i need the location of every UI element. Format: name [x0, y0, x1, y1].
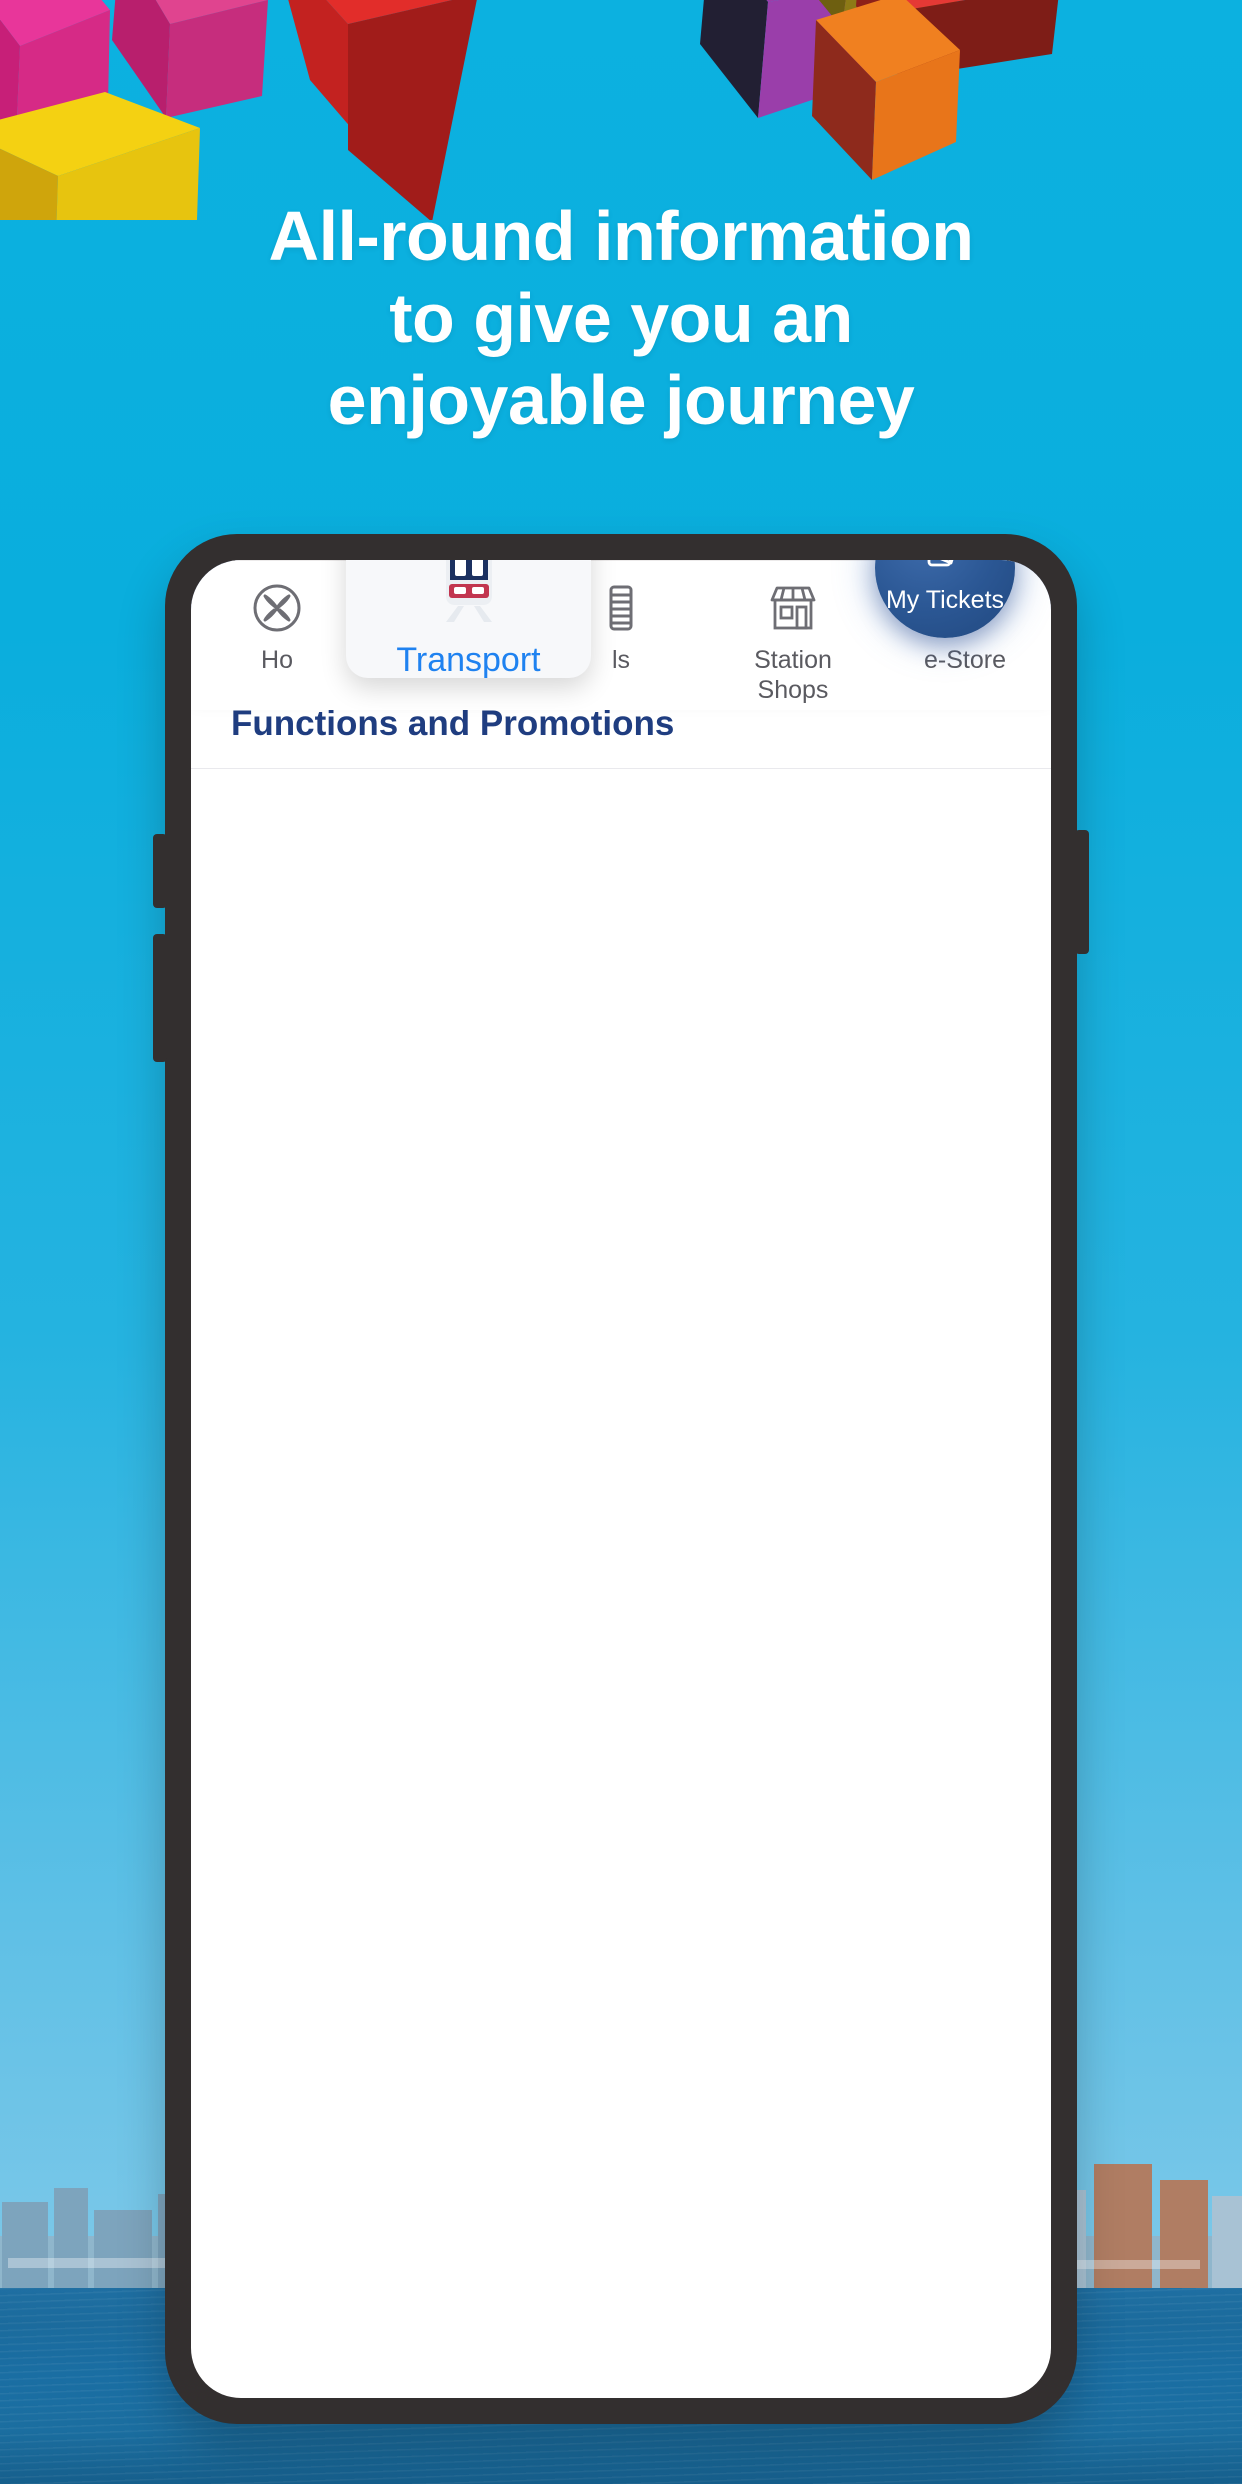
- phone-side-button-bottom: [153, 934, 167, 1062]
- tickets-icon: [917, 560, 973, 582]
- app-header: 10000 points: [191, 560, 1051, 769]
- nav-label: Station Shops: [754, 646, 832, 704]
- nav-label: ls: [611, 646, 631, 674]
- metro-train-icon: [414, 560, 524, 639]
- nav-label: Ho: [261, 646, 293, 674]
- headline-line-1: All-round information: [268, 197, 974, 275]
- nav-item-home[interactable]: Ho: [191, 577, 363, 675]
- confetti-cubes: [0, 0, 1059, 220]
- transport-label: Transport: [396, 641, 541, 679]
- my-tickets-label: My Tickets: [885, 586, 1005, 614]
- shop-icon: [764, 577, 822, 639]
- phone-screen: 10000 points: [191, 560, 1051, 2398]
- nav-label: e-Store: [924, 646, 1006, 674]
- functions-sheet: Functions and Promotions Real-Time Infor…: [191, 560, 1051, 769]
- headline: All-round information to give you an enj…: [0, 196, 1242, 442]
- headline-line-3: enjoyable journey: [327, 360, 915, 439]
- home-compass-icon: [250, 577, 304, 639]
- tools-icon: [594, 577, 648, 639]
- headline-line-2: to give you an: [389, 278, 853, 357]
- transport-tooltip-card[interactable]: Transport: [346, 560, 591, 679]
- phone-side-button-top: [153, 834, 167, 908]
- phone-power-button: [1075, 830, 1089, 954]
- phone-mockup: 10000 points: [153, 534, 1089, 2424]
- nav-item-station-shops[interactable]: Station Shops: [707, 577, 879, 705]
